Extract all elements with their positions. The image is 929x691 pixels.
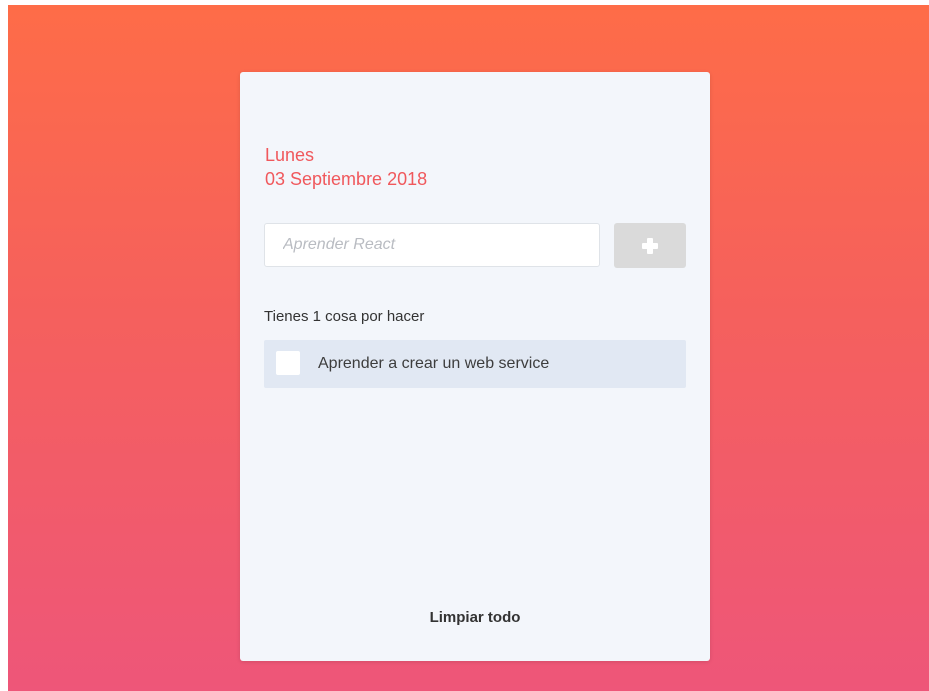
- todo-card: Lunes 03 Septiembre 2018 Tienes 1 cosa p…: [240, 72, 710, 661]
- full-date: 03 Septiembre 2018: [265, 169, 428, 189]
- add-todo-button[interactable]: [614, 223, 686, 268]
- pending-count: Tienes 1 cosa por hacer: [264, 308, 425, 325]
- day-name: Lunes: [265, 145, 315, 165]
- plus-icon: [642, 237, 658, 254]
- new-todo-input[interactable]: [264, 223, 600, 267]
- todo-list: Aprender a crear un web service: [264, 340, 686, 388]
- todo-text: Aprender a crear un web service: [318, 355, 550, 372]
- todo-item: Aprender a crear un web service: [264, 340, 686, 388]
- clear-all-button[interactable]: Limpiar todo: [240, 609, 710, 626]
- page-background: Lunes 03 Septiembre 2018 Tienes 1 cosa p…: [8, 5, 929, 691]
- todo-checkbox[interactable]: [276, 351, 300, 375]
